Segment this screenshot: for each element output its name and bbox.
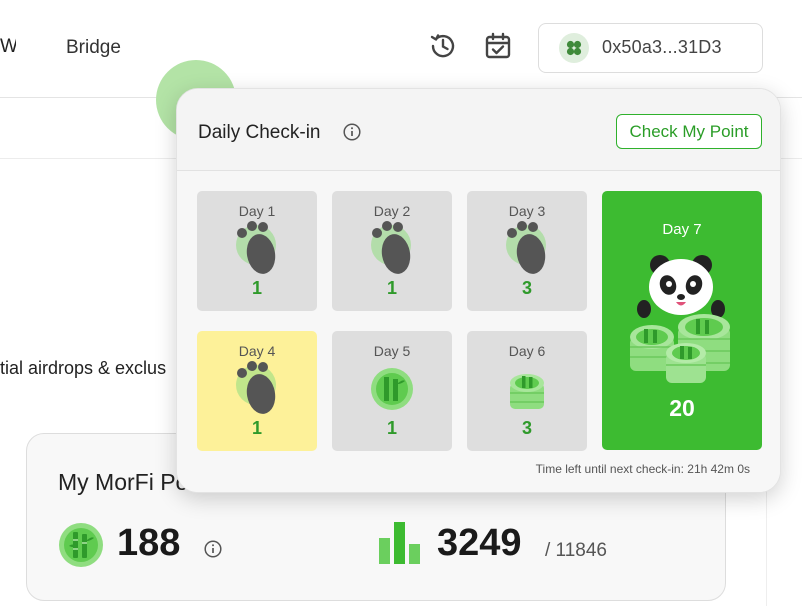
nav-link-partial[interactable]: W (0, 36, 16, 58)
day-reward: 1 (386, 278, 397, 298)
calendar-check-icon[interactable] (483, 31, 513, 61)
points-title: My MorFi Po (58, 469, 189, 495)
day-label: Day 3 (508, 203, 546, 219)
info-icon[interactable] (204, 540, 222, 558)
day-6-tile[interactable]: Day 6 3 (467, 331, 587, 451)
day-5-tile[interactable]: Day 5 1 (332, 331, 452, 451)
paw-print-icon (232, 361, 282, 417)
bamboo-coin-icon (58, 522, 104, 568)
day-label: Day 5 (373, 343, 411, 359)
countdown-label: Time left until next check-in: (535, 462, 684, 476)
day-reward: 1 (251, 418, 262, 438)
page: W Bridge 0x50a3...31D3 tial airdrops & e… (0, 0, 802, 606)
day-label: Day 1 (238, 203, 276, 219)
paw-print-icon (232, 221, 282, 277)
day-label: Day 6 (508, 343, 546, 359)
leaderboard-bars-icon (379, 520, 421, 564)
panda-coins-icon (622, 249, 742, 389)
bamboo-coin-icon (367, 361, 417, 417)
points-value: 188 (117, 522, 181, 564)
day-7-tile[interactable]: Day 7 20 (602, 191, 762, 450)
day-2-tile[interactable]: Day 2 1 (332, 191, 452, 311)
paw-print-icon (502, 221, 552, 277)
tagline-text: tial airdrops & exclus (0, 358, 167, 378)
info-icon[interactable] (343, 123, 361, 141)
wallet-address: 0x50a3...31D3 (602, 37, 722, 57)
paw-print-icon (367, 221, 417, 277)
wallet-button[interactable]: 0x50a3...31D3 (538, 23, 763, 73)
rank-value: 3249 (437, 522, 522, 564)
popup-header: Daily Check-in Check My Point (177, 89, 780, 171)
day-reward: 1 (251, 278, 262, 298)
countdown-value: 21h 42m 0s (687, 462, 750, 476)
history-icon[interactable] (428, 31, 458, 61)
day-reward: 1 (386, 418, 397, 438)
bamboo-coin-stack-icon (502, 361, 552, 417)
rank-total: / 11846 (545, 540, 607, 561)
day-reward: 3 (521, 418, 532, 438)
day-1-tile[interactable]: Day 1 1 (197, 191, 317, 311)
top-nav: W Bridge 0x50a3...31D3 (0, 0, 802, 98)
day-label: Day 4 (238, 343, 276, 359)
day-reward: 3 (521, 278, 532, 298)
checkin-countdown: Time left until next check-in: 21h 42m 0… (536, 462, 750, 476)
popup-title: Daily Check-in (198, 122, 321, 143)
day-3-tile[interactable]: Day 3 3 (467, 191, 587, 311)
wallet-avatar (559, 33, 589, 63)
day-reward: 20 (669, 395, 695, 421)
day-4-tile[interactable]: Day 4 1 (197, 331, 317, 451)
day-label: Day 7 (662, 221, 702, 238)
nav-link-bridge[interactable]: Bridge (66, 37, 121, 59)
daily-checkin-popup: Daily Check-in Check My Point Day 1 1 Day … (176, 88, 781, 493)
check-my-point-button[interactable]: Check My Point (616, 114, 762, 149)
day-label: Day 2 (373, 203, 411, 219)
